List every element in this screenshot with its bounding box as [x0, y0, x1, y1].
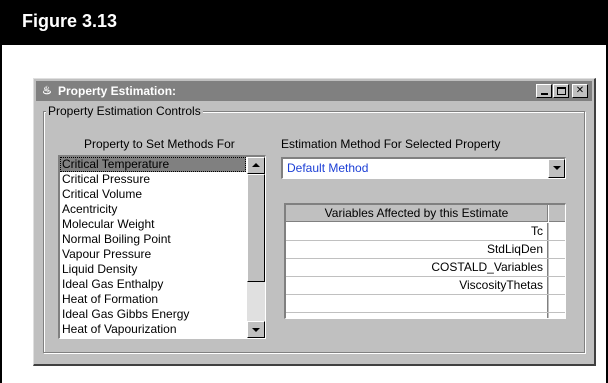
table-row-filler [549, 313, 565, 318]
scroll-down-button[interactable] [247, 321, 265, 338]
estimation-method-label: Estimation Method For Selected Property [281, 137, 501, 151]
figure-label: Figure 3.13 [0, 0, 608, 45]
estimation-method-value: Default Method [287, 161, 369, 175]
variable-cell[interactable]: ViscosityThetas [286, 277, 548, 294]
dropdown-arrow-icon [552, 166, 561, 170]
property-list-item[interactable]: Ideal Gas Enthalpy [60, 277, 246, 292]
property-list-label: Property to Set Methods For [84, 137, 235, 151]
property-list-item[interactable]: Critical Pressure [60, 172, 246, 187]
property-list-item[interactable]: Molecular Weight [60, 217, 246, 232]
table-row-filler [549, 295, 565, 312]
property-list-item[interactable]: Vapour Pressure [60, 247, 246, 262]
property-list-item[interactable]: Critical Volume [60, 187, 246, 202]
table-row[interactable]: ViscosityThetas [286, 277, 565, 295]
property-list-item[interactable]: Liquid Density [60, 262, 246, 277]
variables-grid-header-filler [549, 205, 565, 222]
table-row[interactable]: COSTALD_Variables [286, 259, 565, 277]
variable-cell[interactable] [286, 313, 548, 318]
variable-cell[interactable]: StdLiqDen [286, 241, 548, 258]
table-row[interactable] [286, 295, 565, 313]
variable-cell[interactable]: COSTALD_Variables [286, 259, 548, 276]
table-row-filler [549, 223, 565, 240]
property-list-item[interactable]: Critical Temperature [60, 157, 246, 172]
scroll-down-arrow-icon [252, 328, 260, 332]
table-row-filler [549, 241, 565, 258]
table-row[interactable]: Tc [286, 223, 565, 241]
variable-cell[interactable] [286, 295, 548, 312]
close-button[interactable]: ✕ [572, 84, 588, 98]
variables-affected-grid[interactable]: Variables Affected by this Estimate Tc St… [284, 203, 566, 319]
minimize-button[interactable] [536, 84, 552, 98]
property-estimation-window: ♨ Property Estimation: ✕ Property Estima… [33, 78, 596, 366]
table-row-filler [549, 277, 565, 294]
title-bar[interactable]: ♨ Property Estimation: ✕ [36, 81, 592, 101]
property-list-item[interactable]: Heat of Formation [60, 292, 246, 307]
estimation-method-dropdown[interactable]: Default Method [281, 157, 566, 179]
table-row[interactable] [286, 313, 565, 318]
property-listbox[interactable]: Critical Temperature Critical Pressure Cri… [58, 155, 266, 339]
dropdown-button[interactable] [548, 159, 565, 178]
property-list-item[interactable]: Ideal Gas Gibbs Energy [60, 307, 246, 322]
scroll-up-arrow-icon [252, 163, 260, 167]
variable-cell[interactable]: Tc [286, 223, 548, 240]
property-list-scrollbar[interactable] [247, 157, 265, 338]
maximize-icon [556, 87, 566, 95]
property-list-items: Critical Temperature Critical Pressure Cri… [60, 157, 246, 337]
property-list-item[interactable]: Normal Boiling Point [60, 232, 246, 247]
table-row-filler [549, 259, 565, 276]
group-label: Property Estimation Controls [46, 104, 203, 118]
table-row[interactable]: StdLiqDen [286, 241, 565, 259]
maximize-button[interactable] [553, 84, 569, 98]
variables-grid-rows: Tc StdLiqDen COSTALD_Variables ViscosityThe… [286, 223, 565, 318]
property-list-item[interactable]: Heat of Vapourization [60, 322, 246, 337]
variables-grid-header: Variables Affected by this Estimate [286, 205, 548, 222]
scroll-thumb[interactable] [247, 174, 265, 282]
property-list-item[interactable]: Acentricity [60, 202, 246, 217]
minimize-icon [540, 93, 548, 95]
window-title: Property Estimation: [58, 84, 177, 98]
scroll-up-button[interactable] [247, 157, 265, 174]
window-menu-icon[interactable]: ♨ [42, 84, 52, 97]
close-icon: ✕ [575, 85, 585, 96]
